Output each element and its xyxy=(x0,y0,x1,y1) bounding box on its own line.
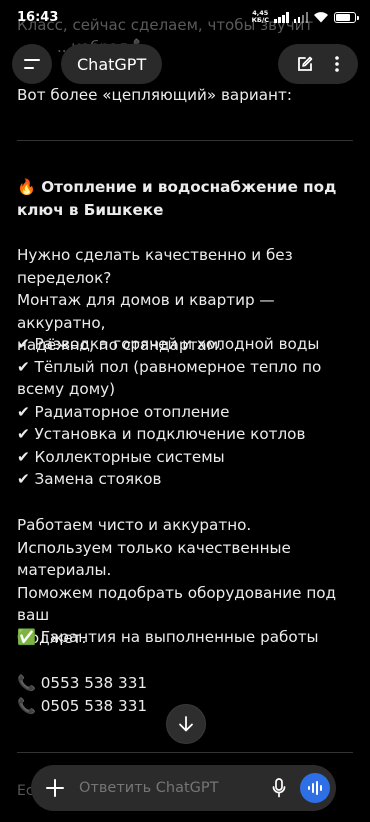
model-selector[interactable]: ChatGPT xyxy=(61,44,163,84)
menu-icon xyxy=(24,59,40,69)
divider xyxy=(17,140,353,141)
list-item: ✔ Замена стояков xyxy=(17,470,162,488)
status-time: 16:43 xyxy=(17,9,59,25)
attach-plus-icon[interactable] xyxy=(45,778,65,798)
list-item: ✔ Разводка горячей и холодной воды xyxy=(17,335,320,353)
app-title: ChatGPT xyxy=(77,54,147,74)
mic-button[interactable] xyxy=(266,775,292,801)
heading-text: Отопление и водоснабжение под ключ в Биш… xyxy=(17,178,337,219)
mic-icon xyxy=(272,778,286,798)
fire-icon: 🔥 xyxy=(17,178,36,196)
header-actions xyxy=(278,44,358,84)
waveform-icon xyxy=(308,781,322,795)
list-item: ✔ Коллекторные системы xyxy=(17,447,225,466)
status-icons: 4,45 КБ/С xyxy=(252,10,359,24)
battery-icon xyxy=(334,11,359,23)
divider-bottom xyxy=(17,752,353,753)
phone-1: 📞 0553 538 331 xyxy=(17,674,148,692)
scroll-down-button[interactable] xyxy=(166,704,206,744)
signal-icon xyxy=(274,11,289,23)
battery-fill xyxy=(336,13,351,21)
list-item: ✔ Установка и подключение котлов xyxy=(17,425,306,443)
menu-button[interactable] xyxy=(12,44,52,84)
voice-mode-button[interactable] xyxy=(300,773,330,803)
more-options-button[interactable] xyxy=(334,55,340,73)
new-chat-button[interactable] xyxy=(296,55,314,73)
list-item: ✔ Тёплый пол (равномерное тепло по всему… xyxy=(17,357,322,399)
message-input[interactable] xyxy=(79,780,266,796)
signal-icon-2 xyxy=(293,11,308,23)
net-speed-unit: КБ/С xyxy=(251,16,269,24)
edit-icon xyxy=(298,56,313,71)
para2-line-3: Поможем подобрать оборудование под ваш xyxy=(17,583,337,625)
network-speed: 4,45 КБ/С xyxy=(252,10,269,24)
services-list: ✔ Разводка горячей и холодной воды ✔ Тёп… xyxy=(17,333,357,491)
more-vertical-icon xyxy=(335,56,339,72)
intro-text: Вот более «цепляющий» вариант: xyxy=(17,86,292,104)
composer-bar xyxy=(31,765,336,811)
para2-line-2: Используем только качественные материалы… xyxy=(17,538,291,580)
para2-line-1: Работаем чисто и аккуратно. xyxy=(17,516,252,534)
status-bar: 16:43 4,45 КБ/С xyxy=(0,0,370,34)
para1-line-2: Монтаж для домов и квартир — аккуратно, xyxy=(17,291,275,332)
list-item: ✔ Радиаторное отопление xyxy=(17,402,230,421)
message-heading: 🔥 Отопление и водоснабжение под ключ в Б… xyxy=(17,176,357,221)
para1-line-1: Нужно сделать качественно и без передело… xyxy=(17,246,293,287)
arrow-down-icon xyxy=(179,716,193,732)
wifi-icon xyxy=(314,12,328,23)
guarantee-line: ✅ Гарантия на выполненные работы xyxy=(17,628,319,646)
